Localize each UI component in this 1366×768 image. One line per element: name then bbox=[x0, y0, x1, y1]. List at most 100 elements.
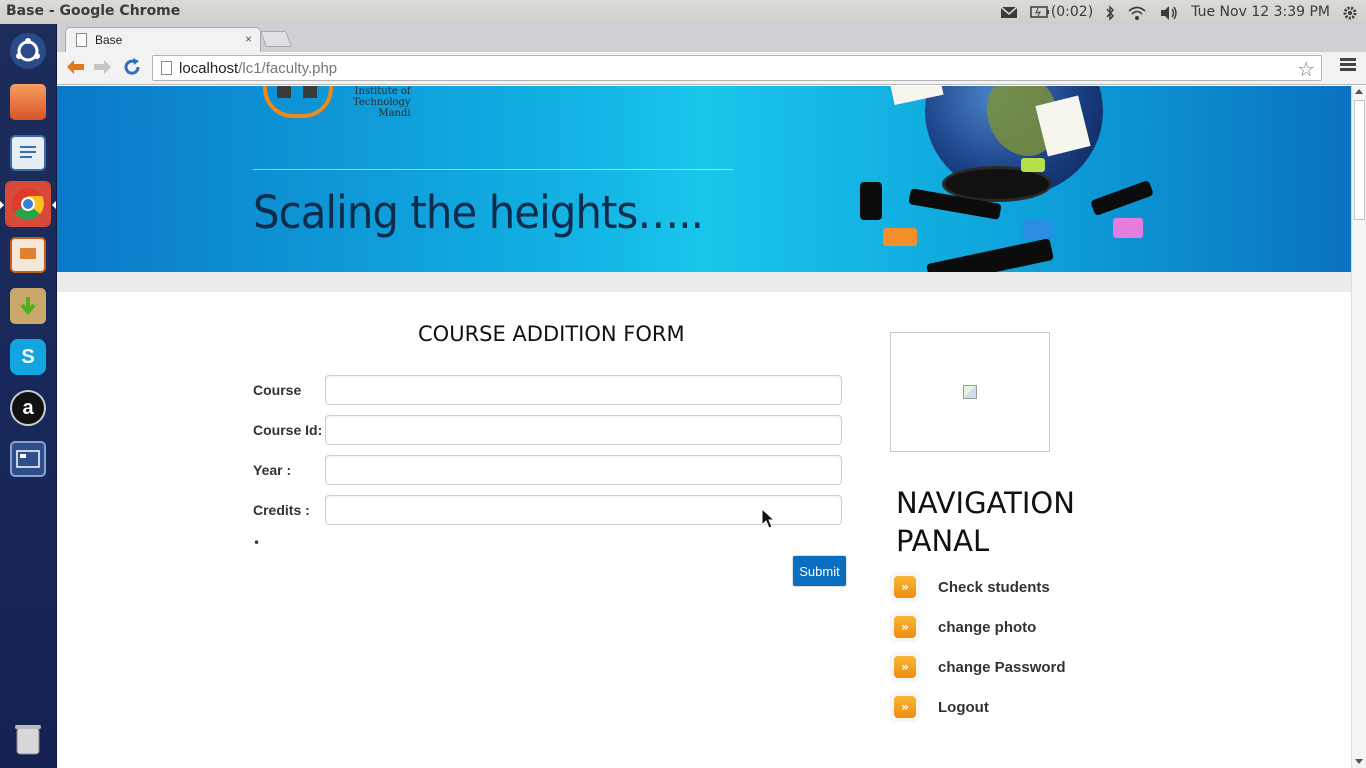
menu-icon-bar bbox=[1340, 63, 1356, 66]
navigation-heading: NAVIGATION PANAL bbox=[896, 486, 1075, 558]
marker-pen bbox=[1090, 179, 1154, 217]
double-chevron-icon: » bbox=[894, 656, 916, 678]
back-button[interactable] bbox=[63, 57, 87, 79]
reload-button[interactable] bbox=[120, 57, 144, 79]
tab-title: Base bbox=[95, 33, 123, 47]
page-scrollbar[interactable] bbox=[1351, 86, 1366, 768]
page-icon bbox=[161, 61, 172, 75]
scroll-down-icon[interactable] bbox=[1355, 759, 1363, 764]
chrome-icon bbox=[10, 186, 46, 222]
header-separator bbox=[57, 272, 1351, 292]
forward-button[interactable] bbox=[91, 57, 115, 79]
launcher-software-center[interactable] bbox=[5, 283, 51, 329]
double-chevron-icon: » bbox=[894, 616, 916, 638]
back-arrow-icon bbox=[67, 60, 84, 74]
launcher-active-indicator bbox=[0, 201, 4, 209]
battery-time: (0:02) bbox=[1050, 4, 1094, 20]
menu-icon-bar bbox=[1340, 58, 1356, 61]
nav-item-check-students[interactable]: » Check students bbox=[890, 572, 1050, 602]
course-id-input[interactable] bbox=[325, 415, 842, 445]
cube-green bbox=[1021, 158, 1045, 172]
skype-icon: S bbox=[10, 339, 46, 375]
nav-bullet-icon: » bbox=[890, 692, 920, 722]
battery-icon bbox=[1030, 5, 1049, 19]
nav-item-label: Check students bbox=[938, 578, 1050, 596]
banner-tagline: Scaling the heights….. bbox=[253, 186, 704, 239]
course-id-label: Course Id: bbox=[253, 422, 323, 438]
unity-launcher: S a bbox=[0, 24, 57, 768]
year-label: Year : bbox=[253, 462, 292, 478]
tab-close-icon[interactable]: × bbox=[245, 32, 252, 46]
course-input[interactable] bbox=[325, 375, 842, 405]
clock[interactable]: Tue Nov 12 3:39 PM bbox=[1191, 4, 1330, 20]
menu-icon-bar bbox=[1340, 68, 1356, 71]
nav-bullet-icon: » bbox=[890, 612, 920, 642]
mail-icon[interactable] bbox=[1000, 5, 1018, 19]
banner-divider bbox=[253, 169, 733, 170]
nav-item-label: Logout bbox=[938, 698, 989, 716]
cube-blue bbox=[1023, 220, 1053, 240]
header-banner: Institute of Technology Mandi Scaling th… bbox=[57, 86, 1351, 272]
page-viewport: Institute of Technology Mandi Scaling th… bbox=[57, 86, 1351, 768]
amazon-icon: a bbox=[10, 390, 46, 426]
bluetooth-icon[interactable] bbox=[1105, 5, 1115, 21]
nav-item-change-photo[interactable]: » change photo bbox=[890, 612, 1036, 642]
bookmark-star-icon[interactable]: ☆ bbox=[1297, 57, 1315, 82]
scroll-up-icon[interactable] bbox=[1355, 89, 1363, 94]
nav-item-label: change photo bbox=[938, 618, 1037, 636]
reload-icon bbox=[124, 58, 140, 75]
presentation-icon bbox=[10, 237, 46, 273]
folder-icon bbox=[10, 84, 46, 120]
launcher-dash-button[interactable] bbox=[5, 28, 51, 74]
launcher-amazon[interactable]: a bbox=[5, 385, 51, 431]
window-title: Base - Google Chrome bbox=[6, 3, 181, 19]
forward-arrow-icon bbox=[94, 60, 111, 74]
profile-photo bbox=[890, 332, 1050, 452]
logo-line: Technology bbox=[353, 97, 411, 108]
trash-icon bbox=[10, 721, 46, 757]
marker-pen bbox=[926, 238, 1054, 272]
credits-label: Credits : bbox=[253, 502, 310, 518]
page-icon bbox=[76, 33, 87, 47]
nav-bullet-icon: » bbox=[890, 652, 920, 682]
address-bar[interactable]: localhost/lc1/faculty.php ☆ bbox=[152, 55, 1322, 81]
volume-icon[interactable] bbox=[1159, 5, 1179, 20]
chrome-menu-button[interactable] bbox=[1340, 58, 1356, 72]
launcher-chrome[interactable] bbox=[5, 181, 51, 227]
form-title: COURSE ADDITION FORM bbox=[418, 322, 685, 346]
launcher-files[interactable] bbox=[5, 79, 51, 125]
year-input[interactable] bbox=[325, 455, 842, 485]
nav-bullet-icon: » bbox=[890, 572, 920, 602]
ubuntu-top-panel: Base - Google Chrome (0:02) Tue Nov 12 3… bbox=[0, 0, 1366, 24]
list-bullet: • bbox=[253, 536, 261, 550]
launcher-trash[interactable] bbox=[5, 716, 51, 762]
url-path: /lc1/faculty.php bbox=[238, 60, 338, 77]
nav-item-change-password[interactable]: » change Password bbox=[890, 652, 1066, 682]
marker-pen bbox=[860, 182, 882, 220]
browser-tabstrip: Base × bbox=[57, 24, 1366, 52]
launcher-workspaces[interactable] bbox=[5, 436, 51, 482]
mouse-cursor-icon bbox=[761, 508, 776, 529]
ubuntu-logo-icon bbox=[10, 33, 46, 69]
launcher-impress[interactable] bbox=[5, 232, 51, 278]
launcher-skype[interactable]: S bbox=[5, 334, 51, 380]
gear-icon[interactable] bbox=[1342, 5, 1358, 20]
browser-tab-active[interactable]: Base × bbox=[65, 27, 261, 52]
submit-button[interactable]: Submit bbox=[793, 556, 846, 586]
double-chevron-icon: » bbox=[894, 696, 916, 718]
url-text: localhost/lc1/faculty.php bbox=[179, 60, 337, 77]
new-tab-button[interactable] bbox=[260, 31, 292, 47]
nav-item-label: change Password bbox=[938, 658, 1066, 676]
launcher-writer[interactable] bbox=[5, 130, 51, 176]
download-box-icon bbox=[10, 288, 46, 324]
scrollbar-thumb[interactable] bbox=[1354, 100, 1365, 220]
workspace-switcher-icon bbox=[10, 441, 46, 477]
course-label: Course bbox=[253, 382, 302, 398]
logo-mark bbox=[303, 86, 317, 98]
nav-item-logout[interactable]: » Logout bbox=[890, 692, 989, 722]
wifi-icon[interactable] bbox=[1127, 5, 1147, 20]
institute-logo-text: Institute of Technology Mandi bbox=[353, 86, 411, 119]
logo-mark bbox=[277, 86, 291, 98]
battery-indicator[interactable]: (0:02) bbox=[1030, 4, 1093, 20]
logo-line: Mandi bbox=[378, 108, 411, 119]
